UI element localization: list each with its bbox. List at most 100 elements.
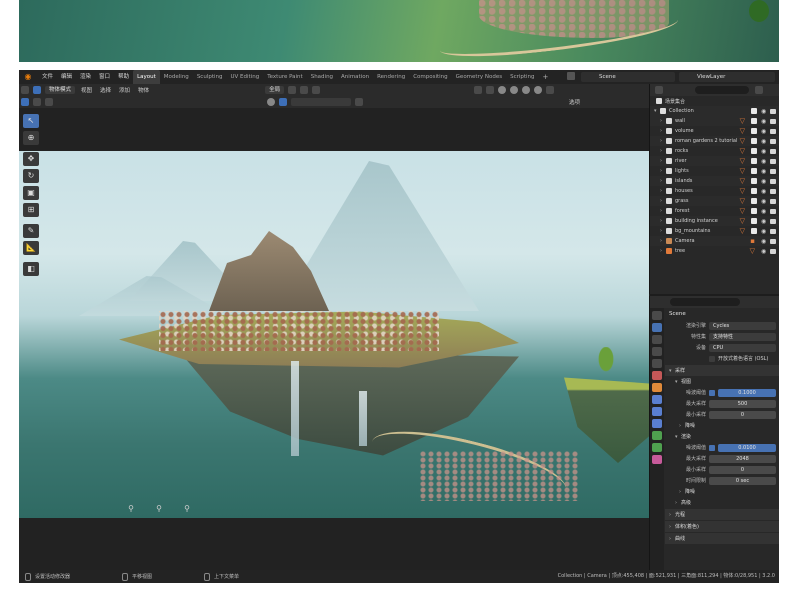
- camera-render-icon[interactable]: [770, 108, 776, 114]
- camera-render-icon[interactable]: [770, 128, 776, 134]
- viewport-min-samples-field[interactable]: 0: [709, 410, 776, 419]
- tab-scripting[interactable]: Scripting: [506, 70, 538, 84]
- object-tab-icon[interactable]: [652, 383, 662, 392]
- data-tab-icon[interactable]: [652, 443, 662, 452]
- filter-funnel-icon[interactable]: [355, 98, 363, 106]
- mesh-data-icon[interactable]: ▽: [740, 127, 745, 135]
- eye-icon[interactable]: ◉: [761, 158, 767, 165]
- object-mode-dropdown[interactable]: 物体模式: [45, 86, 76, 94]
- camera-render-icon[interactable]: [770, 208, 776, 214]
- exclude-checkbox[interactable]: [751, 168, 757, 174]
- mesh-data-icon[interactable]: ▽: [740, 187, 745, 195]
- mesh-data-icon[interactable]: ▽: [740, 177, 745, 185]
- cursor-tool-icon[interactable]: ⊕: [23, 131, 39, 145]
- viewport-filter-icon[interactable]: [279, 98, 287, 106]
- tab-uv-editing[interactable]: UV Editing: [227, 70, 264, 84]
- viewport-noise-threshold-checkbox[interactable]: [709, 389, 715, 396]
- select-mode-icon[interactable]: [33, 86, 41, 94]
- mesh-data-icon[interactable]: ▽: [750, 247, 755, 255]
- select-subtract-icon[interactable]: [45, 98, 53, 106]
- outliner-row[interactable]: › building instance ▽ ◉: [650, 216, 779, 226]
- exclude-checkbox[interactable]: [751, 208, 757, 214]
- tab-geometry-nodes[interactable]: Geometry Nodes: [452, 70, 506, 84]
- mesh-data-icon[interactable]: ▽: [740, 207, 745, 215]
- exclude-checkbox[interactable]: [751, 198, 757, 204]
- shading-material-icon[interactable]: [522, 86, 531, 94]
- menu-add[interactable]: 添加: [115, 86, 134, 94]
- outliner-collection[interactable]: ▾ Collection ◉: [650, 106, 779, 116]
- camera-render-icon[interactable]: [770, 248, 776, 254]
- menu-file[interactable]: 文件: [38, 70, 57, 84]
- tab-rendering[interactable]: Rendering: [373, 70, 409, 84]
- outliner-scene-collection[interactable]: 场景集合: [650, 96, 779, 106]
- menu-help[interactable]: 帮助: [114, 70, 133, 84]
- rotate-tool-icon[interactable]: ↻: [23, 169, 39, 183]
- render-min-samples-field[interactable]: 0: [709, 465, 776, 474]
- outliner-row[interactable]: › bg_mountains ▽ ◉: [650, 226, 779, 236]
- outliner-row[interactable]: › islands ▽ ◉: [650, 176, 779, 186]
- viewport-max-samples-field[interactable]: 500: [709, 399, 776, 408]
- editor-type-icon[interactable]: [21, 86, 29, 94]
- world-tab-icon[interactable]: [652, 371, 662, 380]
- camera-render-icon[interactable]: [770, 118, 776, 124]
- properties-search-input[interactable]: [670, 298, 740, 306]
- modifier-tab-icon[interactable]: [652, 395, 662, 404]
- eye-icon[interactable]: ◉: [761, 148, 767, 155]
- advanced-subpanel[interactable]: › 高级: [665, 497, 779, 508]
- outliner-row[interactable]: › roman gardens 2 tutorial ▽ ◉: [650, 136, 779, 146]
- tab-compositing[interactable]: Compositing: [409, 70, 451, 84]
- outliner-type-icon[interactable]: [655, 86, 663, 94]
- proportional-edit-icon[interactable]: [312, 86, 321, 94]
- camera-render-icon[interactable]: [770, 158, 776, 164]
- curves-panel[interactable]: › 曲线: [665, 533, 779, 544]
- pivot-icon[interactable]: [288, 86, 297, 94]
- camera-render-icon[interactable]: [770, 218, 776, 224]
- exclude-checkbox[interactable]: [751, 128, 757, 134]
- camera-render-icon[interactable]: [770, 188, 776, 194]
- shading-wireframe-icon[interactable]: [498, 86, 507, 94]
- camera-render-icon[interactable]: [770, 198, 776, 204]
- outliner-row[interactable]: › grass ▽ ◉: [650, 196, 779, 206]
- outliner-row[interactable]: › river ▽ ◉: [650, 156, 779, 166]
- eye-icon[interactable]: ◉: [761, 248, 767, 255]
- time-limit-field[interactable]: 0 sec: [709, 476, 776, 485]
- tab-sculpting[interactable]: Sculpting: [193, 70, 227, 84]
- add-cube-tool-icon[interactable]: ◧: [23, 262, 39, 276]
- outliner-filter-icon[interactable]: [755, 86, 763, 94]
- eye-icon[interactable]: ◉: [761, 118, 767, 125]
- sampling-panel-header[interactable]: ▾ 采样: [665, 365, 779, 376]
- exclude-checkbox[interactable]: [751, 158, 757, 164]
- outliner-row[interactable]: › rocks ▽ ◉: [650, 146, 779, 156]
- outliner-row[interactable]: › volume ▽ ◉: [650, 126, 779, 136]
- menu-edit[interactable]: 编辑: [57, 70, 76, 84]
- tab-shading[interactable]: Shading: [307, 70, 337, 84]
- mesh-data-icon[interactable]: ▽: [740, 217, 745, 225]
- add-workspace-button[interactable]: +: [539, 73, 553, 81]
- tab-modeling[interactable]: Modeling: [160, 70, 193, 84]
- eye-icon[interactable]: ◉: [761, 228, 767, 235]
- select-box-icon[interactable]: [21, 98, 29, 106]
- device-dropdown[interactable]: CPU: [709, 343, 776, 352]
- visibility-filter-icon[interactable]: [267, 98, 275, 106]
- constraints-tab-icon[interactable]: [652, 431, 662, 440]
- camera-render-icon[interactable]: [770, 238, 776, 244]
- camera-render-icon[interactable]: [770, 148, 776, 154]
- shading-options-icon[interactable]: [546, 86, 555, 94]
- exclude-checkbox[interactable]: [751, 108, 757, 114]
- render-noise-threshold-checkbox[interactable]: [709, 444, 715, 451]
- eye-icon[interactable]: ◉: [761, 218, 767, 225]
- viewport-noise-threshold-field[interactable]: 0.1000: [718, 388, 776, 397]
- shading-solid-icon[interactable]: [510, 86, 519, 94]
- outliner-row[interactable]: › houses ▽ ◉: [650, 186, 779, 196]
- gizmo-icon[interactable]: [474, 86, 483, 94]
- menu-select[interactable]: 选择: [96, 86, 115, 94]
- render-subpanel-header[interactable]: ▾ 渲染: [665, 431, 779, 442]
- camera-render-icon[interactable]: [770, 138, 776, 144]
- camera-data-icon[interactable]: ▪: [750, 237, 755, 245]
- exclude-checkbox[interactable]: [751, 188, 757, 194]
- measure-tool-icon[interactable]: 📐: [23, 241, 39, 255]
- view-layer-selector[interactable]: ViewLayer: [679, 72, 775, 82]
- output-tab-icon[interactable]: [652, 335, 662, 344]
- exclude-checkbox[interactable]: [751, 178, 757, 184]
- exclude-checkbox[interactable]: [751, 118, 757, 124]
